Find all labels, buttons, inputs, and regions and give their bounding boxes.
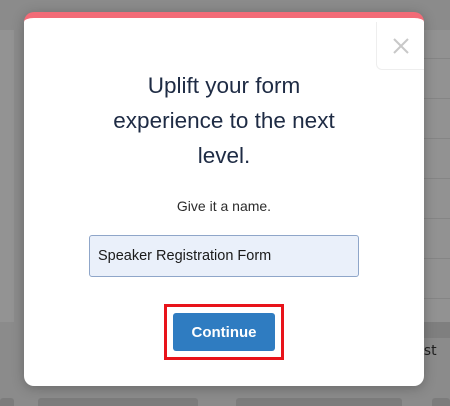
modal-title-line: Uplift your form [147, 73, 301, 98]
background-panel-left [0, 30, 14, 322]
background-row-divider [424, 218, 450, 219]
modal-title-line: level. [197, 143, 251, 168]
background-card-label: gist [424, 340, 450, 362]
background-row-divider [424, 138, 450, 139]
background-row-divider [424, 258, 450, 259]
background-bottom-bar [432, 398, 450, 406]
modal-title: Uplift your form experience to the next … [24, 68, 424, 173]
background-card-label-text: gist [424, 343, 437, 359]
close-icon [393, 38, 409, 54]
background-panel-right [424, 30, 450, 322]
form-name-input[interactable] [89, 235, 359, 277]
background-row-divider [424, 298, 450, 299]
background-row-divider [424, 58, 450, 59]
background-gap [424, 322, 450, 338]
background-bottom-bar [236, 398, 402, 406]
background-bottom-bar [0, 398, 14, 406]
name-form-modal: Uplift your form experience to the next … [24, 12, 424, 386]
continue-button[interactable]: Continue [173, 313, 275, 351]
background-row-divider [424, 98, 450, 99]
modal-title-line: experience to the next [113, 108, 335, 133]
background-row-divider [424, 178, 450, 179]
background-bottom-bar [38, 398, 198, 406]
close-button[interactable] [376, 22, 424, 70]
modal-subtitle: Give it a name. [176, 198, 272, 214]
